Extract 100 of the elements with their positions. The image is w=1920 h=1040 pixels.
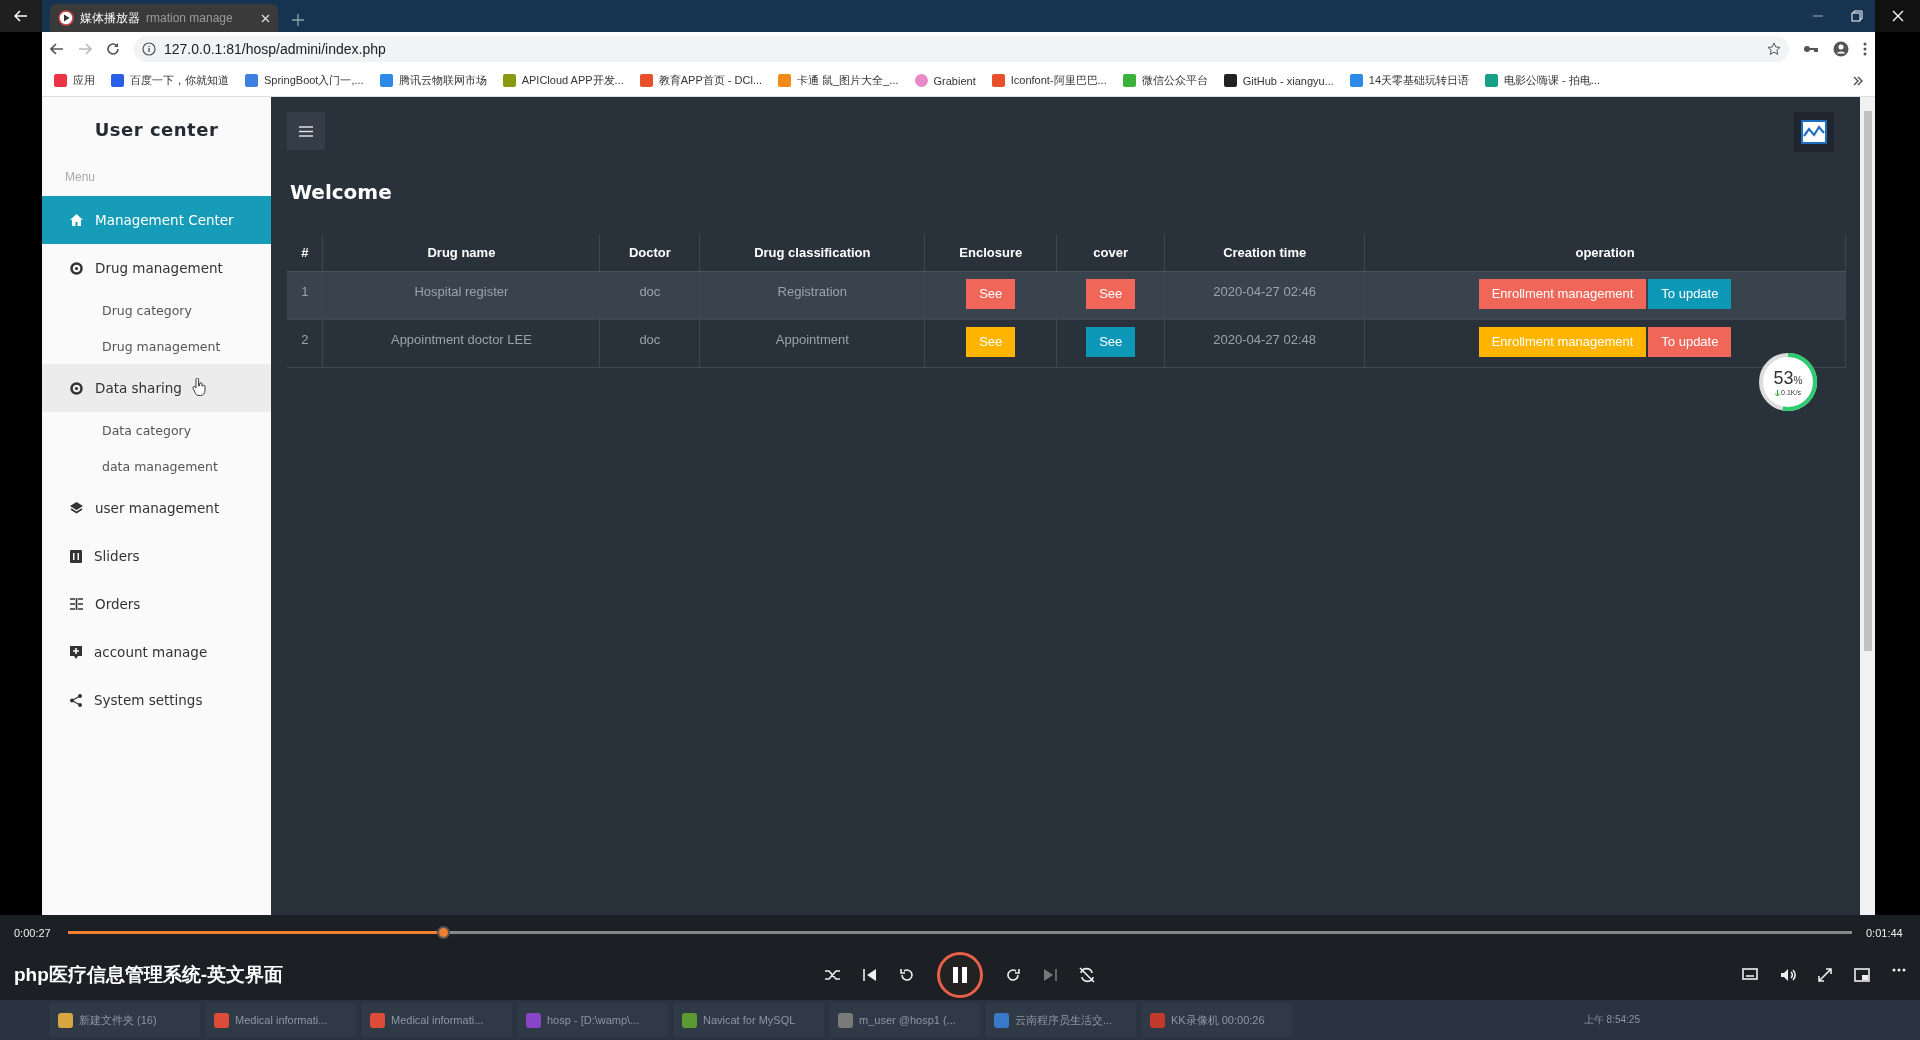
bookmark-link[interactable]: Iconfont-阿里巴巴... xyxy=(991,73,1107,88)
taskbar-clock: 上午 8:54:25 xyxy=(1583,1013,1640,1027)
nav-subitem[interactable]: Drug category xyxy=(42,292,271,328)
key-icon[interactable] xyxy=(1803,43,1819,54)
url-text: 127.0.0.1:81/hosp/admini/index.php xyxy=(164,40,386,57)
column-header: Doctor xyxy=(599,234,700,271)
bookmark-icon xyxy=(778,74,792,87)
bookmark-link[interactable]: 14天零基础玩转日语 xyxy=(1349,73,1470,88)
nav-subitem[interactable]: Drug management xyxy=(42,328,271,364)
column-header: # xyxy=(287,234,323,271)
captions-icon[interactable] xyxy=(1742,968,1758,980)
back-arrow-icon xyxy=(14,10,28,22)
close-icon[interactable] xyxy=(261,13,270,23)
nav-label: System settings xyxy=(94,692,203,708)
nav-label: Drug management xyxy=(95,260,223,276)
nav-item[interactable]: account manage xyxy=(42,628,271,676)
taskbar-item[interactable]: Navicat for MySQL xyxy=(674,1003,824,1037)
circle-icon xyxy=(70,381,83,395)
player-title: 媒体播放器 xyxy=(80,9,140,27)
reload-icon[interactable] xyxy=(106,41,120,56)
nav-item[interactable]: Drug management xyxy=(42,244,271,292)
next-icon[interactable] xyxy=(1043,968,1057,982)
bookmark-icon xyxy=(379,74,393,87)
nav-item[interactable]: Orders xyxy=(42,580,271,628)
bookmark-icon xyxy=(914,74,928,87)
bookmark-link[interactable]: 电影公嗨课 - 拍电... xyxy=(1485,73,1600,88)
nav-label: Data sharing xyxy=(95,380,182,396)
fullscreen-icon[interactable] xyxy=(1818,968,1832,982)
nav-item[interactable]: Sliders xyxy=(42,532,271,580)
chevron-icon[interactable] xyxy=(1853,75,1863,86)
taskbar-item[interactable]: 云南程序员生活交... xyxy=(986,1003,1136,1037)
taskbar-item[interactable]: Medical informati... xyxy=(206,1003,356,1037)
down-arrow-icon xyxy=(1775,389,1781,396)
bookmark-link[interactable]: SpringBoot入门一,... xyxy=(245,73,364,88)
close-icon xyxy=(1891,10,1904,22)
circle-icon xyxy=(70,261,83,275)
menu-button[interactable] xyxy=(287,112,325,150)
column-header: Creation time xyxy=(1164,234,1365,271)
bookmark-icon xyxy=(54,74,67,87)
layers-icon xyxy=(70,502,83,514)
page-heading: Welcome xyxy=(290,180,393,204)
browser-tab[interactable]: 媒体播放器 rmation manage xyxy=(50,4,278,32)
back-button[interactable] xyxy=(0,0,42,32)
more-icon[interactable] xyxy=(1863,41,1867,56)
column-header: Enclosure xyxy=(924,234,1057,271)
taskbar-item[interactable]: Medical informati... xyxy=(362,1003,512,1037)
bookmark-link[interactable]: 腾讯云物联网市场 xyxy=(379,73,487,88)
bookmark-link[interactable]: APICloud APP开发... xyxy=(502,73,624,88)
taskbar-item[interactable]: hosp - [D:\wamp\... xyxy=(518,1003,668,1037)
bookmark-icon xyxy=(111,74,124,87)
nav-item[interactable]: user management xyxy=(42,484,271,532)
star-icon[interactable] xyxy=(1767,41,1781,56)
nav-subitem[interactable]: data management xyxy=(42,448,271,484)
column-header: Drug classification xyxy=(699,234,925,271)
taskbar-item[interactable]: 新建文件夹 (16) xyxy=(50,1003,200,1037)
table-cell: doc xyxy=(599,319,700,367)
bookmark-link[interactable]: 微信公众平台 xyxy=(1122,73,1208,88)
nav-subitem[interactable]: Data category xyxy=(42,412,271,448)
bookmark-icon xyxy=(502,74,516,87)
pause-button[interactable] xyxy=(937,952,983,998)
nav-item[interactable]: Data sharing xyxy=(42,364,271,412)
play-icon xyxy=(58,10,74,26)
repeat-off-icon[interactable] xyxy=(1079,967,1095,983)
bookmark-link[interactable]: 卡通 鼠_图片大全_... xyxy=(778,73,899,88)
close-button[interactable] xyxy=(1875,0,1920,32)
column-header: cover xyxy=(1056,234,1165,271)
more-icon[interactable] xyxy=(1892,968,1906,972)
mini-view-icon[interactable] xyxy=(1854,968,1870,982)
forward-icon[interactable] xyxy=(1005,967,1021,983)
nav-label: Orders xyxy=(95,596,141,612)
bookmark-link[interactable]: 百度一下，你就知道 xyxy=(111,73,229,88)
bookmark-icon xyxy=(1485,74,1499,87)
table-cell: Appointment xyxy=(699,319,925,367)
nav-label: Sliders xyxy=(94,548,140,564)
taskbar-item[interactable]: KK录像机 00:00:26 xyxy=(1142,1003,1292,1037)
nav-item[interactable]: System settings xyxy=(42,676,271,724)
bookmark-icon xyxy=(1349,74,1363,87)
table-cell: Appointment doctor LEE xyxy=(323,319,600,367)
progress-handle[interactable] xyxy=(436,926,450,939)
scrollbar[interactable] xyxy=(1860,97,1875,915)
total-time: 0:01:44 xyxy=(1866,926,1904,939)
back-arrow-icon[interactable] xyxy=(50,42,64,55)
bookmark-link[interactable]: 教育APP首页 - DCl... xyxy=(639,73,763,88)
menu-label: Menu xyxy=(64,169,97,186)
address-field[interactable]: 127.0.0.1:81/hosp/admini/index.php xyxy=(134,35,1789,62)
new-tab-icon[interactable] xyxy=(292,14,304,26)
table-cell: 2 xyxy=(287,319,323,367)
taskbar-item[interactable]: m_user @hosp1 (... xyxy=(830,1003,980,1037)
shuffle-icon[interactable] xyxy=(825,968,841,982)
restore-icon[interactable] xyxy=(1851,10,1863,22)
chart-button[interactable] xyxy=(1794,112,1834,152)
percent-text: 53% xyxy=(1773,368,1803,389)
bookmark-link[interactable]: Grabient xyxy=(914,74,976,87)
rewind-icon[interactable] xyxy=(899,967,915,983)
previous-icon[interactable] xyxy=(863,968,877,982)
volume-icon[interactable] xyxy=(1780,968,1796,982)
account-icon[interactable] xyxy=(1833,40,1849,57)
bookmark-link[interactable]: GitHub - xiangyu... xyxy=(1223,74,1334,87)
nav-label: Management Center xyxy=(95,212,234,228)
bookmark-link[interactable]: 应用 xyxy=(54,73,95,88)
